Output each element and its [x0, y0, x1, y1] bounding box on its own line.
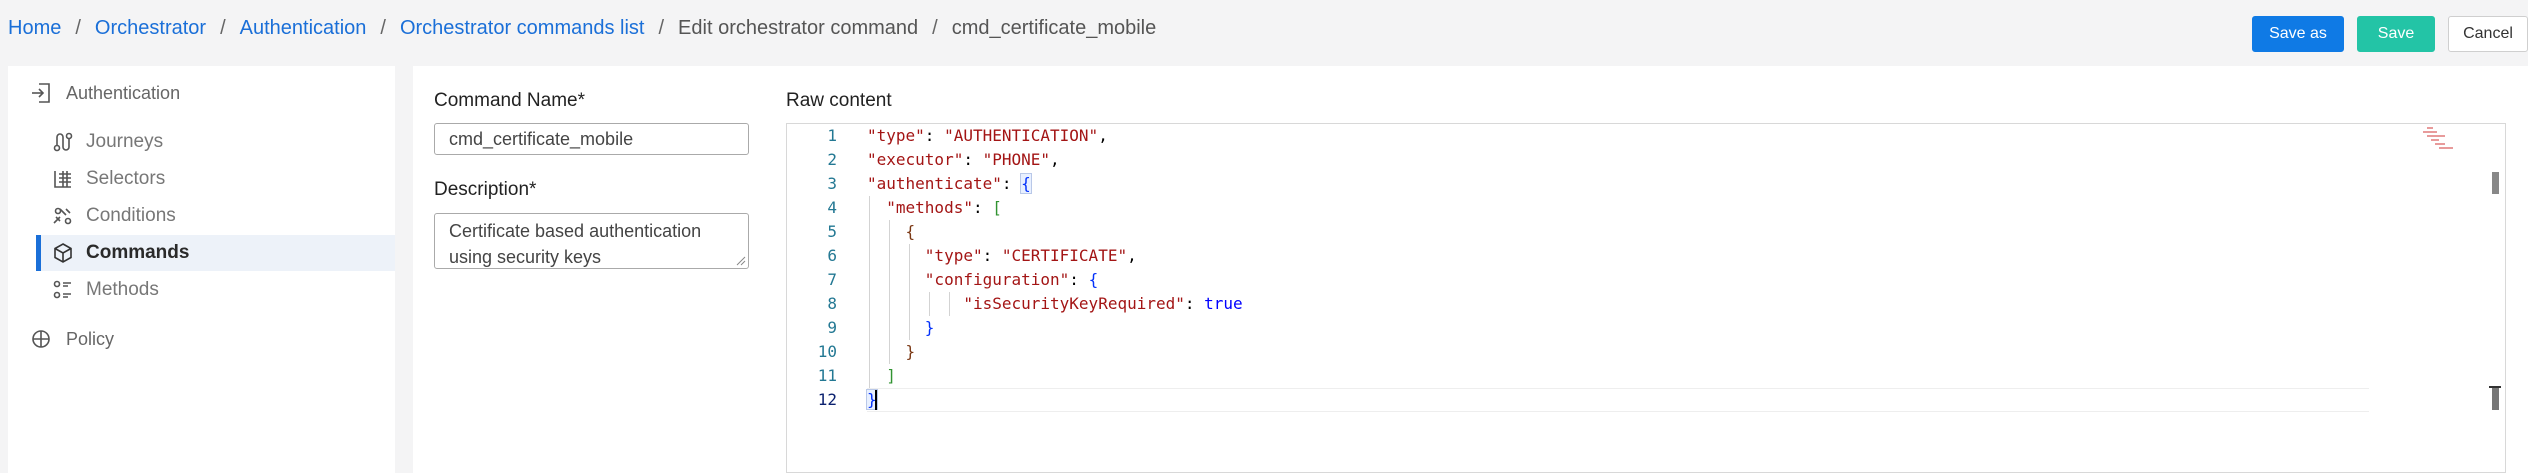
code-line: "executor": "PHONE",: [867, 150, 1060, 169]
json-bracket: [: [992, 198, 1002, 217]
json-value: true: [1204, 294, 1243, 313]
sidebar-item-conditions[interactable]: Conditions: [38, 198, 395, 234]
line-number: 9: [827, 318, 837, 337]
breadcrumb-separator: /: [75, 17, 81, 39]
sidebar-group-authentication[interactable]: Authentication: [30, 82, 180, 104]
description-text: Certificate based authentication using s…: [449, 221, 702, 267]
methods-icon: [53, 280, 71, 299]
breadcrumb: Home / Orchestrator / Authentication / O…: [8, 17, 1156, 40]
code-line: {: [867, 220, 916, 244]
description-textarea[interactable]: Certificate based authentication using s…: [434, 213, 749, 269]
json-key: "configuration": [924, 270, 1070, 289]
sidebar-group-label: Authentication: [66, 82, 181, 103]
current-line-highlight: [867, 388, 2369, 412]
breadcrumb-command-name: cmd_certificate_mobile: [951, 17, 1157, 39]
sidebar: Authentication Journeys Selectors Condit…: [8, 66, 395, 473]
sidebar-item-selectors[interactable]: Selectors: [38, 161, 395, 197]
scrollbar-marker[interactable]: [2492, 172, 2499, 194]
code-line: "configuration": {: [924, 270, 1099, 289]
line-number: 5: [827, 222, 837, 241]
top-bar: Home / Orchestrator / Authentication / O…: [0, 0, 2528, 64]
breadcrumb-separator: /: [220, 17, 226, 39]
breadcrumb-authentication[interactable]: Authentication: [240, 17, 367, 40]
json-key: "type": [867, 126, 925, 145]
sidebar-item-journeys[interactable]: Journeys: [38, 124, 395, 160]
json-bracket: }: [905, 342, 916, 361]
sidebar-group-label: Policy: [66, 328, 115, 349]
save-button[interactable]: Save: [2357, 16, 2435, 52]
code-line: }: [867, 340, 916, 364]
scrollbar-cursor-marker: [2489, 386, 2501, 388]
json-bracket: {: [1088, 270, 1099, 289]
json-value: "AUTHENTICATION": [944, 126, 1099, 145]
json-key: "authenticate": [867, 174, 1002, 193]
json-bracket: ]: [886, 366, 896, 385]
scrollbar-thumb[interactable]: [2492, 386, 2499, 410]
description-label: Description*: [434, 179, 537, 200]
raw-content-label: Raw content: [786, 90, 892, 111]
line-number: 4: [827, 198, 837, 217]
breadcrumb-separator: /: [380, 17, 386, 39]
json-value: "PHONE": [982, 150, 1051, 169]
json-key: "isSecurityKeyRequired": [963, 294, 1185, 313]
text-caret: [875, 390, 877, 410]
cube-icon: [54, 243, 72, 263]
journeys-icon: [53, 132, 73, 152]
selectors-icon: [54, 171, 71, 188]
conditions-icon: [53, 207, 72, 225]
sidebar-item-label: Journeys: [86, 131, 164, 152]
json-bracket: {: [1020, 173, 1032, 194]
main-content: Command Name* Description* Certificate b…: [413, 66, 2528, 473]
json-bracket: }: [924, 318, 935, 337]
code-line: "authenticate": {: [867, 173, 1032, 194]
sidebar-item-label: Selectors: [86, 168, 166, 189]
action-buttons: Save as Save Cancel: [2252, 16, 2528, 52]
sidebar-item-methods[interactable]: Methods: [38, 272, 395, 308]
save-as-button[interactable]: Save as: [2252, 16, 2344, 52]
line-number: 7: [827, 270, 837, 289]
minimap[interactable]: [2387, 124, 2467, 164]
sidebar-item-commands[interactable]: Commands: [36, 235, 395, 271]
line-number: 8: [827, 294, 837, 313]
line-number: 11: [817, 366, 837, 385]
line-number: 12: [817, 390, 837, 409]
line-number: 6: [827, 246, 837, 265]
code-line: }: [867, 316, 935, 340]
breadcrumb-orchestrator[interactable]: Orchestrator: [95, 17, 206, 40]
breadcrumb-separator: /: [932, 17, 938, 39]
cancel-button[interactable]: Cancel: [2448, 16, 2528, 52]
json-bracket: {: [905, 222, 916, 241]
code-line: ]: [867, 364, 896, 388]
breadcrumb-commands-list[interactable]: Orchestrator commands list: [400, 17, 645, 40]
code-line: "type": "AUTHENTICATION",: [867, 126, 1108, 145]
resize-grip-icon[interactable]: [736, 256, 746, 266]
code-line: "methods": [: [886, 198, 1002, 217]
code-line: "type": "CERTIFICATE",: [924, 246, 1137, 265]
json-key: "executor": [867, 150, 964, 169]
json-value: "CERTIFICATE": [1001, 246, 1128, 265]
code-editor[interactable]: 1 2 3 4 5 6 7 8 9 10 11 12 "type": "AUTH…: [786, 123, 2506, 473]
sidebar-item-label: Methods: [86, 279, 159, 300]
line-number: 1: [827, 126, 837, 145]
sidebar-item-label: Conditions: [86, 205, 176, 226]
sidebar-item-label: Commands: [86, 242, 190, 263]
breadcrumb-edit-command: Edit orchestrator command: [678, 17, 919, 39]
code-line: "isSecurityKeyRequired": true: [963, 294, 1243, 313]
breadcrumb-home[interactable]: Home: [8, 17, 61, 40]
login-icon: [32, 83, 50, 103]
line-number: 3: [827, 174, 837, 193]
line-number: 10: [817, 342, 837, 361]
sidebar-group-policy[interactable]: Policy: [30, 328, 114, 350]
policy-icon: [32, 330, 50, 348]
json-key: "methods": [886, 198, 973, 217]
breadcrumb-separator: /: [658, 17, 665, 39]
line-number: 2: [827, 150, 837, 169]
json-key: "type": [924, 246, 983, 265]
command-name-input[interactable]: [434, 123, 749, 155]
command-name-label: Command Name*: [434, 90, 585, 111]
